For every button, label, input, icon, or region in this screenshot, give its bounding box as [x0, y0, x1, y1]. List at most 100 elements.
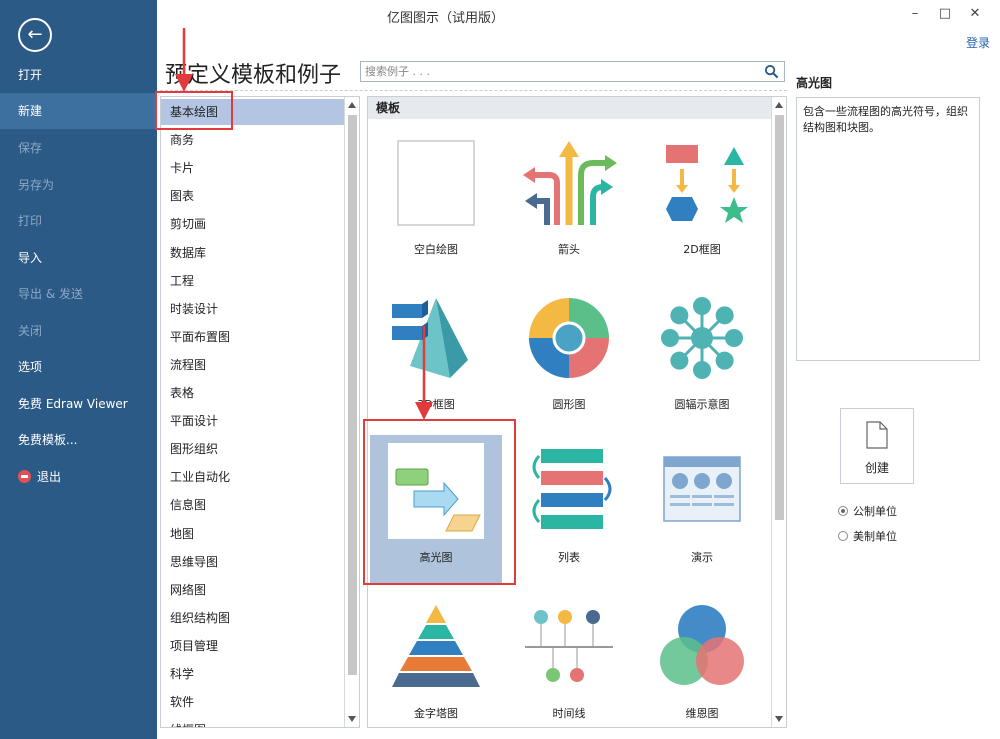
- category-list: 基本绘图 商务 卡片 图表 剪切画 数据库 工程 时装设计 平面布置图 流程图 表格 平面设计 图形组织…: [160, 96, 360, 728]
- category-item[interactable]: 表格: [161, 380, 345, 406]
- nav-item-exit[interactable]: 退出: [0, 459, 157, 495]
- category-item[interactable]: 地图: [161, 521, 345, 547]
- minimize-icon[interactable]: –: [905, 4, 925, 24]
- category-item[interactable]: 科学: [161, 661, 345, 687]
- title-bar: 亿图图示（试用版） – □ ✕: [157, 0, 1000, 30]
- back-arrow-icon[interactable]: ←: [18, 18, 52, 52]
- nav-item-free-templates[interactable]: 免费模板...: [0, 422, 157, 458]
- category-item[interactable]: 网络图: [161, 577, 345, 603]
- pyramid-icon: [392, 605, 480, 687]
- scroll-up-icon[interactable]: [348, 102, 356, 108]
- create-button-label: 创建: [864, 461, 889, 475]
- create-button[interactable]: 创建: [840, 408, 914, 484]
- category-item[interactable]: 平面设计: [161, 408, 345, 434]
- nav-item-close[interactable]: 关闭: [0, 313, 157, 349]
- radial-diagram-icon: [661, 297, 743, 379]
- nav-item-save-as[interactable]: 另存为: [0, 167, 157, 203]
- template-tile[interactable]: 箭头: [503, 127, 635, 277]
- category-item[interactable]: 图表: [161, 183, 345, 209]
- template-tile-label: 3D框图: [417, 398, 455, 411]
- template-tile[interactable]: 时间线: [503, 591, 635, 727]
- radio-us-units[interactable]: 美制单位: [838, 528, 897, 544]
- category-item[interactable]: 时装设计: [161, 296, 345, 322]
- template-tile[interactable]: 2D框图: [636, 127, 768, 277]
- annotation-arrow-icon: [175, 28, 193, 92]
- annotation-arrow-icon: [415, 326, 433, 420]
- annotation-box-template: [363, 419, 516, 585]
- template-tile-label: 维恩图: [685, 707, 719, 720]
- search-box: [360, 61, 785, 82]
- template-tile[interactable]: 维恩图: [636, 591, 768, 727]
- template-tile[interactable]: 演示: [636, 435, 768, 585]
- template-tile[interactable]: 圆形图: [503, 282, 635, 432]
- preview-description: 包含一些流程图的高光符号，组织结构图和块图。: [796, 97, 980, 361]
- nav-item-print[interactable]: 打印: [0, 203, 157, 239]
- category-item[interactable]: 思维导图: [161, 549, 345, 575]
- category-item[interactable]: 平面布置图: [161, 324, 345, 350]
- scroll-down-icon[interactable]: [348, 716, 356, 722]
- template-tile[interactable]: 空白绘图: [370, 127, 502, 277]
- scroll-thumb[interactable]: [775, 115, 784, 520]
- template-tile[interactable]: 圆辐示意图: [636, 282, 768, 432]
- radio-label: 美制单位: [853, 530, 897, 543]
- nav-item-edraw-viewer[interactable]: 免费 Edraw Viewer: [0, 386, 157, 422]
- preview-title: 高光图: [796, 76, 833, 90]
- presentation-icon: [663, 456, 741, 522]
- blank-page-icon: [397, 140, 475, 226]
- template-tile-label: 圆辐示意图: [674, 398, 730, 411]
- category-item[interactable]: 数据库: [161, 240, 345, 266]
- nav-item-new[interactable]: 新建: [0, 93, 157, 129]
- radio-metric-units[interactable]: 公制单位: [838, 503, 897, 519]
- scroll-thumb[interactable]: [348, 115, 357, 675]
- nav-item-exit-label: 退出: [37, 470, 62, 484]
- nav-item-open[interactable]: 打开: [0, 57, 157, 93]
- category-item[interactable]: 项目管理: [161, 633, 345, 659]
- category-item[interactable]: 工业自动化: [161, 464, 345, 490]
- block-3d-icon: [392, 298, 468, 378]
- template-tile-label: 2D框图: [683, 243, 721, 256]
- template-tile[interactable]: 金字塔图: [370, 591, 502, 727]
- nav-item-save[interactable]: 保存: [0, 130, 157, 166]
- timeline-icon: [525, 610, 613, 682]
- block-2d-icon: [666, 145, 748, 223]
- arrows-icon: [523, 141, 617, 225]
- category-item[interactable]: 剪切画: [161, 211, 345, 237]
- circle-chart-icon: [529, 298, 609, 378]
- radio-label: 公制单位: [853, 505, 897, 518]
- template-tile[interactable]: 3D框图: [370, 282, 502, 432]
- radio-dot: [838, 506, 848, 516]
- category-item[interactable]: 商务: [161, 127, 345, 153]
- window-title: 亿图图示（试用版）: [387, 11, 505, 26]
- template-tile-label: 圆形图: [552, 398, 586, 411]
- template-tile-label: 时间线: [552, 707, 586, 720]
- maximize-icon[interactable]: □: [935, 4, 955, 24]
- category-item[interactable]: 软件: [161, 689, 345, 715]
- category-item[interactable]: 卡片: [161, 155, 345, 181]
- template-tile-label: 金字塔图: [414, 707, 458, 720]
- category-item[interactable]: 组织结构图: [161, 605, 345, 631]
- nav-item-options[interactable]: 选项: [0, 349, 157, 385]
- category-item[interactable]: 线框图: [161, 717, 345, 727]
- nav-item-export-send[interactable]: 导出 & 发送: [0, 276, 157, 312]
- category-item[interactable]: 工程: [161, 268, 345, 294]
- scroll-up-icon[interactable]: [775, 102, 783, 108]
- gallery-scrollbar[interactable]: [771, 97, 786, 727]
- template-tile[interactable]: 列表: [503, 435, 635, 585]
- document-icon: [866, 421, 888, 449]
- category-item[interactable]: 流程图: [161, 352, 345, 378]
- annotation-box-category: [155, 91, 233, 130]
- scroll-down-icon[interactable]: [775, 716, 783, 722]
- template-tile-label: 箭头: [558, 243, 580, 256]
- nav-item-import[interactable]: 导入: [0, 240, 157, 276]
- category-scrollbar[interactable]: [344, 97, 359, 727]
- search-icon[interactable]: [764, 64, 779, 79]
- login-link[interactable]: 登录: [966, 34, 990, 51]
- backstage-nav: ← 打开 新建 保存 另存为 打印 导入 导出 & 发送 关闭 选项 免费 Ed…: [0, 0, 157, 739]
- template-tile-label: 列表: [558, 551, 580, 564]
- close-icon[interactable]: ✕: [965, 4, 985, 24]
- exit-icon: [18, 470, 31, 483]
- list-icon: [532, 449, 612, 529]
- category-item[interactable]: 图形组织: [161, 436, 345, 462]
- search-input[interactable]: [361, 62, 756, 81]
- category-item[interactable]: 信息图: [161, 492, 345, 518]
